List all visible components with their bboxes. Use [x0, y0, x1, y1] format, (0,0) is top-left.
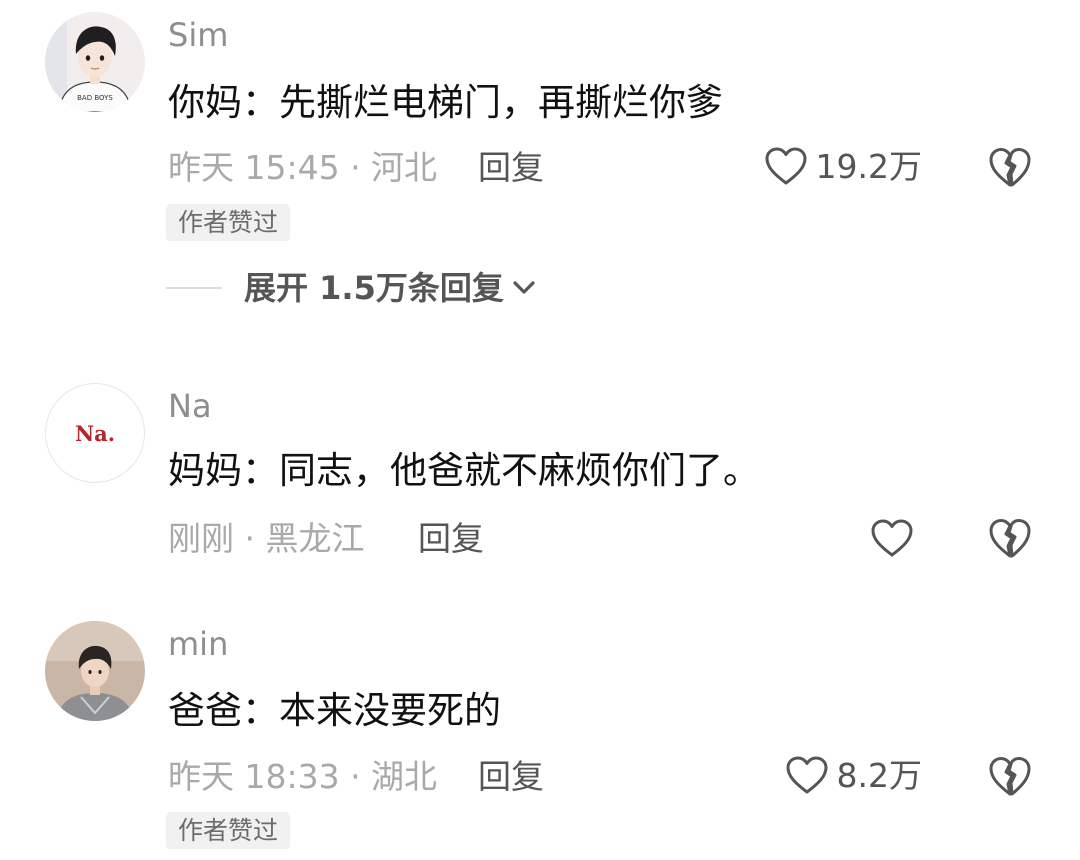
username[interactable]: Sim: [168, 19, 228, 51]
avatar-logo-text: Na.: [74, 420, 116, 446]
comment-meta: 昨天 18:33 · 湖北: [168, 757, 438, 796]
avatar[interactable]: Na.: [45, 383, 145, 483]
like-button[interactable]: 19.2万: [764, 146, 922, 186]
dislike-button[interactable]: [987, 146, 1033, 192]
author-liked-badge: 作者赞过: [166, 812, 291, 849]
comment-meta: 昨天 15:45 · 河北: [168, 148, 438, 187]
heart-outline-icon: [764, 146, 808, 186]
like-button[interactable]: 8.2万: [785, 755, 922, 795]
heart-outline-icon: [870, 518, 914, 558]
like-button[interactable]: [870, 518, 922, 558]
comment-text: 你妈：先撕烂电梯门，再撕烂你爹: [168, 81, 723, 124]
comment-meta: 刚刚 · 黑龙江: [168, 519, 365, 558]
author-liked-badge: 作者赞过: [166, 204, 291, 241]
broken-heart-icon: [987, 755, 1033, 797]
heart-outline-icon: [785, 755, 829, 795]
reply-button[interactable]: 回复: [478, 760, 544, 793]
comment-text: 妈妈：同志，他爸就不麻烦你们了。: [168, 449, 760, 492]
username[interactable]: Na: [168, 390, 212, 422]
username[interactable]: min: [168, 628, 228, 660]
reply-button[interactable]: 回复: [478, 151, 544, 184]
broken-heart-icon: [987, 517, 1033, 559]
broken-heart-icon: [987, 146, 1033, 188]
avatar[interactable]: [45, 621, 145, 721]
dislike-button[interactable]: [987, 755, 1033, 801]
dislike-button[interactable]: [987, 517, 1033, 563]
expand-replies-button[interactable]: 展开 1.5万条回复: [166, 272, 536, 304]
avatar-photo-icon: [45, 621, 145, 721]
reply-button[interactable]: 回复: [418, 522, 484, 555]
like-count: 19.2万: [815, 146, 922, 186]
like-count: 8.2万: [836, 755, 922, 795]
divider-line: [166, 287, 222, 289]
expand-replies-label: 展开 1.5万条回复: [244, 269, 504, 307]
avatar[interactable]: BAD BOYS: [45, 12, 145, 112]
chevron-down-icon: [512, 280, 536, 296]
avatar-image-icon: BAD BOYS: [45, 12, 145, 112]
comment-text: 爸爸：本来没要死的: [168, 689, 501, 732]
avatar-shirt-text: BAD BOYS: [77, 94, 113, 102]
